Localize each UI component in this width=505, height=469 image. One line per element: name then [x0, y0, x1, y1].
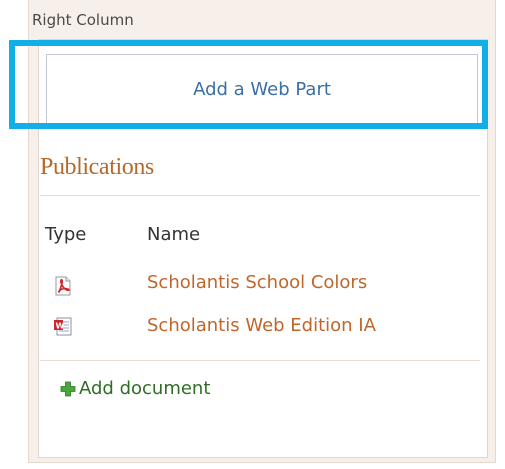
column-header-name[interactable]: Name	[147, 224, 200, 245]
pdf-icon	[53, 276, 73, 296]
add-document-link[interactable]: Add document	[60, 378, 210, 399]
word-document-icon: W	[53, 316, 73, 336]
column-header-type[interactable]: Type	[45, 224, 86, 245]
title-divider	[40, 195, 480, 196]
zone-title: Right Column	[32, 11, 134, 29]
svg-text:W: W	[56, 322, 65, 331]
add-web-part-button[interactable]: Add a Web Part	[46, 54, 478, 124]
plus-icon	[60, 381, 76, 396]
document-link-web-edition[interactable]: Scholantis Web Edition IA	[147, 315, 376, 336]
document-link-school-colors[interactable]: Scholantis School Colors	[147, 272, 367, 293]
web-part-title: Publications	[40, 154, 154, 180]
add-document-label: Add document	[79, 378, 211, 399]
list-divider	[40, 360, 480, 361]
